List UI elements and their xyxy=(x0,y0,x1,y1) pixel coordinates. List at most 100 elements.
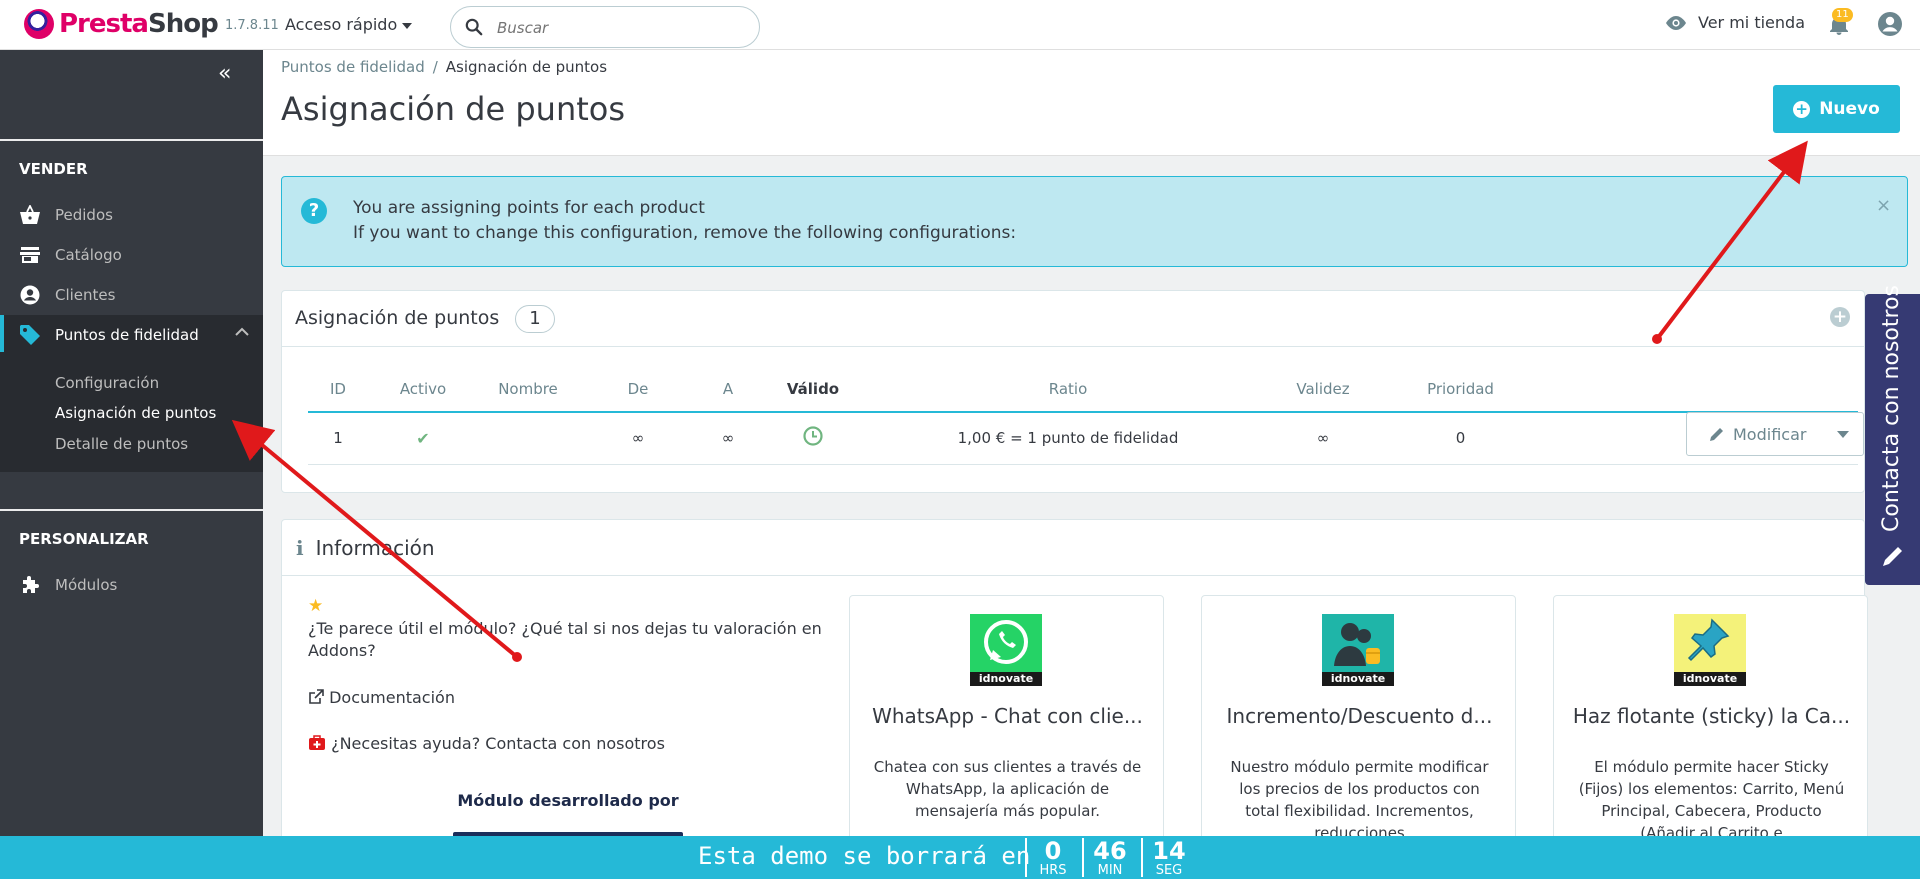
panel-header: Asignación de puntos 1 + xyxy=(282,291,1864,347)
close-icon[interactable]: × xyxy=(1876,195,1891,216)
column-header-priority[interactable]: Prioridad xyxy=(1378,366,1543,413)
question-circle-icon: ? xyxy=(301,198,327,224)
contact-us-tab[interactable]: Contacta con nosotros xyxy=(1865,285,1920,585)
add-circle-icon[interactable]: + xyxy=(1830,307,1850,327)
countdown-minutes: 46 MIN xyxy=(1082,838,1136,877)
points-table: ID Activo Nombre De A Válido Ratio Valid… xyxy=(308,366,1858,465)
panel-title: Asignación de puntos xyxy=(295,307,500,329)
panel-title: i Información xyxy=(296,536,435,560)
column-header-validity[interactable]: Validez xyxy=(1268,366,1378,413)
submenu-item-points-assignment[interactable]: Asignación de puntos xyxy=(55,404,216,422)
view-store-link[interactable]: Ver mi tienda xyxy=(1664,13,1805,32)
sidebar-item-customers[interactable]: Clientes xyxy=(0,275,263,315)
basket-icon xyxy=(19,204,41,226)
first-aid-icon xyxy=(309,735,325,750)
eye-icon xyxy=(1666,15,1686,30)
cell-active[interactable]: ✔ xyxy=(368,412,478,465)
cell-id: 1 xyxy=(308,412,368,465)
rate-module-link[interactable]: ¿Te parece útil el módulo? ¿Qué tal si n… xyxy=(308,618,828,662)
collapse-sidebar-icon[interactable]: « xyxy=(218,63,231,85)
countdown-seconds-value: 14 xyxy=(1152,837,1186,865)
demo-countdown-bar: Esta demo se borrará en 0 HRS 46 MIN 14 … xyxy=(0,836,1920,879)
logo-text-presta: Presta xyxy=(59,9,149,39)
prestashop-logo[interactable]: PrestaShop xyxy=(24,9,219,39)
account-icon xyxy=(19,284,41,306)
countdown-minutes-unit: MIN xyxy=(1097,863,1123,878)
notifications-badge: 11 xyxy=(1832,8,1853,22)
modify-dropdown-toggle[interactable] xyxy=(1823,413,1863,455)
info-icon: i xyxy=(296,536,304,560)
column-header-ratio[interactable]: Ratio xyxy=(868,366,1268,413)
info-alert: ? You are assigning points for each prod… xyxy=(281,176,1908,267)
panel-header: i Información xyxy=(282,520,1864,576)
store-icon xyxy=(19,244,41,266)
contact-us-label: Contacta con nosotros xyxy=(1879,285,1904,532)
card-brand-label: idnovate xyxy=(1674,672,1746,686)
breadcrumb-current: Asignación de puntos xyxy=(445,58,608,76)
section-sell-heading: VENDER xyxy=(19,160,88,178)
sidebar-item-catalog[interactable]: Catálogo xyxy=(0,235,263,275)
column-header-active[interactable]: Activo xyxy=(368,366,478,413)
documentation-link[interactable]: Documentación xyxy=(308,687,455,709)
puzzle-icon xyxy=(19,574,41,596)
clock-icon xyxy=(803,426,823,446)
rating-star-icon: ★ xyxy=(308,596,324,616)
sidebar-item-label: Pedidos xyxy=(55,206,113,224)
card-description: Nuestro módulo permite modificar los pre… xyxy=(1230,758,1489,842)
cell-priority: 0 xyxy=(1378,412,1543,465)
information-panel: i Información ★ ¿Te parece útil el módulo… xyxy=(281,519,1868,855)
help-contact-link[interactable]: ¿Necesitas ayuda? Contacta con nosotros xyxy=(308,733,665,755)
module-card-price-increment[interactable]: idnovate Incremento/Descuento d... Nuest… xyxy=(1201,595,1516,855)
search-input[interactable] xyxy=(497,17,747,39)
sidebar-item-label: Puntos de fidelidad xyxy=(55,326,199,344)
account-icon[interactable] xyxy=(1877,11,1903,37)
column-header-valid[interactable]: Válido xyxy=(758,366,868,413)
documentation-label: Documentación xyxy=(329,688,455,707)
external-link-icon xyxy=(309,689,324,704)
submenu-item-points-detail[interactable]: Detalle de puntos xyxy=(55,435,188,453)
sidebar-item-loyalty-points[interactable]: Puntos de fidelidad xyxy=(0,315,263,355)
cell-ratio: 1,00 € = 1 punto de fidelidad xyxy=(868,412,1268,465)
pencil-icon xyxy=(1883,547,1902,566)
breadcrumb-separator: / xyxy=(432,58,438,76)
cell-valid xyxy=(758,412,868,465)
column-header-id[interactable]: ID xyxy=(308,366,368,413)
card-brand-label: idnovate xyxy=(970,672,1042,686)
breadcrumb: Puntos de fidelidad / Asignación de puntos xyxy=(281,58,607,76)
countdown-seconds-unit: SEG xyxy=(1155,863,1183,878)
breadcrumb-parent-link[interactable]: Puntos de fidelidad xyxy=(281,58,425,76)
submenu-item-configuration[interactable]: Configuración xyxy=(55,374,159,392)
card-title: Haz flotante (sticky) la Ca... xyxy=(1572,704,1851,728)
new-button[interactable]: + Nuevo xyxy=(1773,85,1900,133)
column-header-to[interactable]: A xyxy=(698,366,758,413)
countdown-seconds: 14 SEG xyxy=(1141,838,1195,877)
table-row[interactable]: 1 ✔ ∞ ∞ 1,00 € = 1 punto de fidelidad ∞ … xyxy=(308,412,1858,465)
quick-access-dropdown[interactable]: Acceso rápido xyxy=(285,15,413,34)
alert-line-1: You are assigning points for each produc… xyxy=(353,198,705,218)
cell-from: ∞ xyxy=(578,412,698,465)
info-title-label: Información xyxy=(315,536,435,560)
search-box[interactable] xyxy=(450,6,760,48)
module-card-whatsapp[interactable]: idnovate WhatsApp - Chat con clie... Cha… xyxy=(849,595,1164,855)
card-brand-label: idnovate xyxy=(1322,672,1394,686)
prestashop-logo-icon xyxy=(24,9,54,39)
chevron-up-icon xyxy=(235,327,249,336)
section-customize-heading: PERSONALIZAR xyxy=(19,530,149,548)
sidebar-item-orders[interactable]: Pedidos xyxy=(0,195,263,235)
modify-button[interactable]: Modificar xyxy=(1686,412,1864,456)
help-label: ¿Necesitas ayuda? Contacta con nosotros xyxy=(331,734,665,753)
column-header-name[interactable]: Nombre xyxy=(478,366,578,413)
module-card-sticky[interactable]: idnovate Haz flotante (sticky) la Ca... … xyxy=(1553,595,1868,855)
sidebar-item-label: Clientes xyxy=(55,286,116,304)
sidebar-divider xyxy=(0,509,263,511)
sidebar-item-modules[interactable]: Módulos xyxy=(0,565,263,605)
price-people-icon: idnovate xyxy=(1322,614,1394,686)
count-badge: 1 xyxy=(515,305,555,333)
sidebar: « VENDER Pedidos Catálogo Clientes Punto… xyxy=(0,50,263,879)
column-header-from[interactable]: De xyxy=(578,366,698,413)
caret-down-icon xyxy=(402,22,413,29)
column-header-actions xyxy=(1543,366,1858,413)
countdown-hours-value: 0 xyxy=(1044,837,1062,865)
card-description: El módulo permite hacer Sticky (Fijos) l… xyxy=(1578,758,1845,842)
caret-down-icon xyxy=(1837,430,1849,438)
